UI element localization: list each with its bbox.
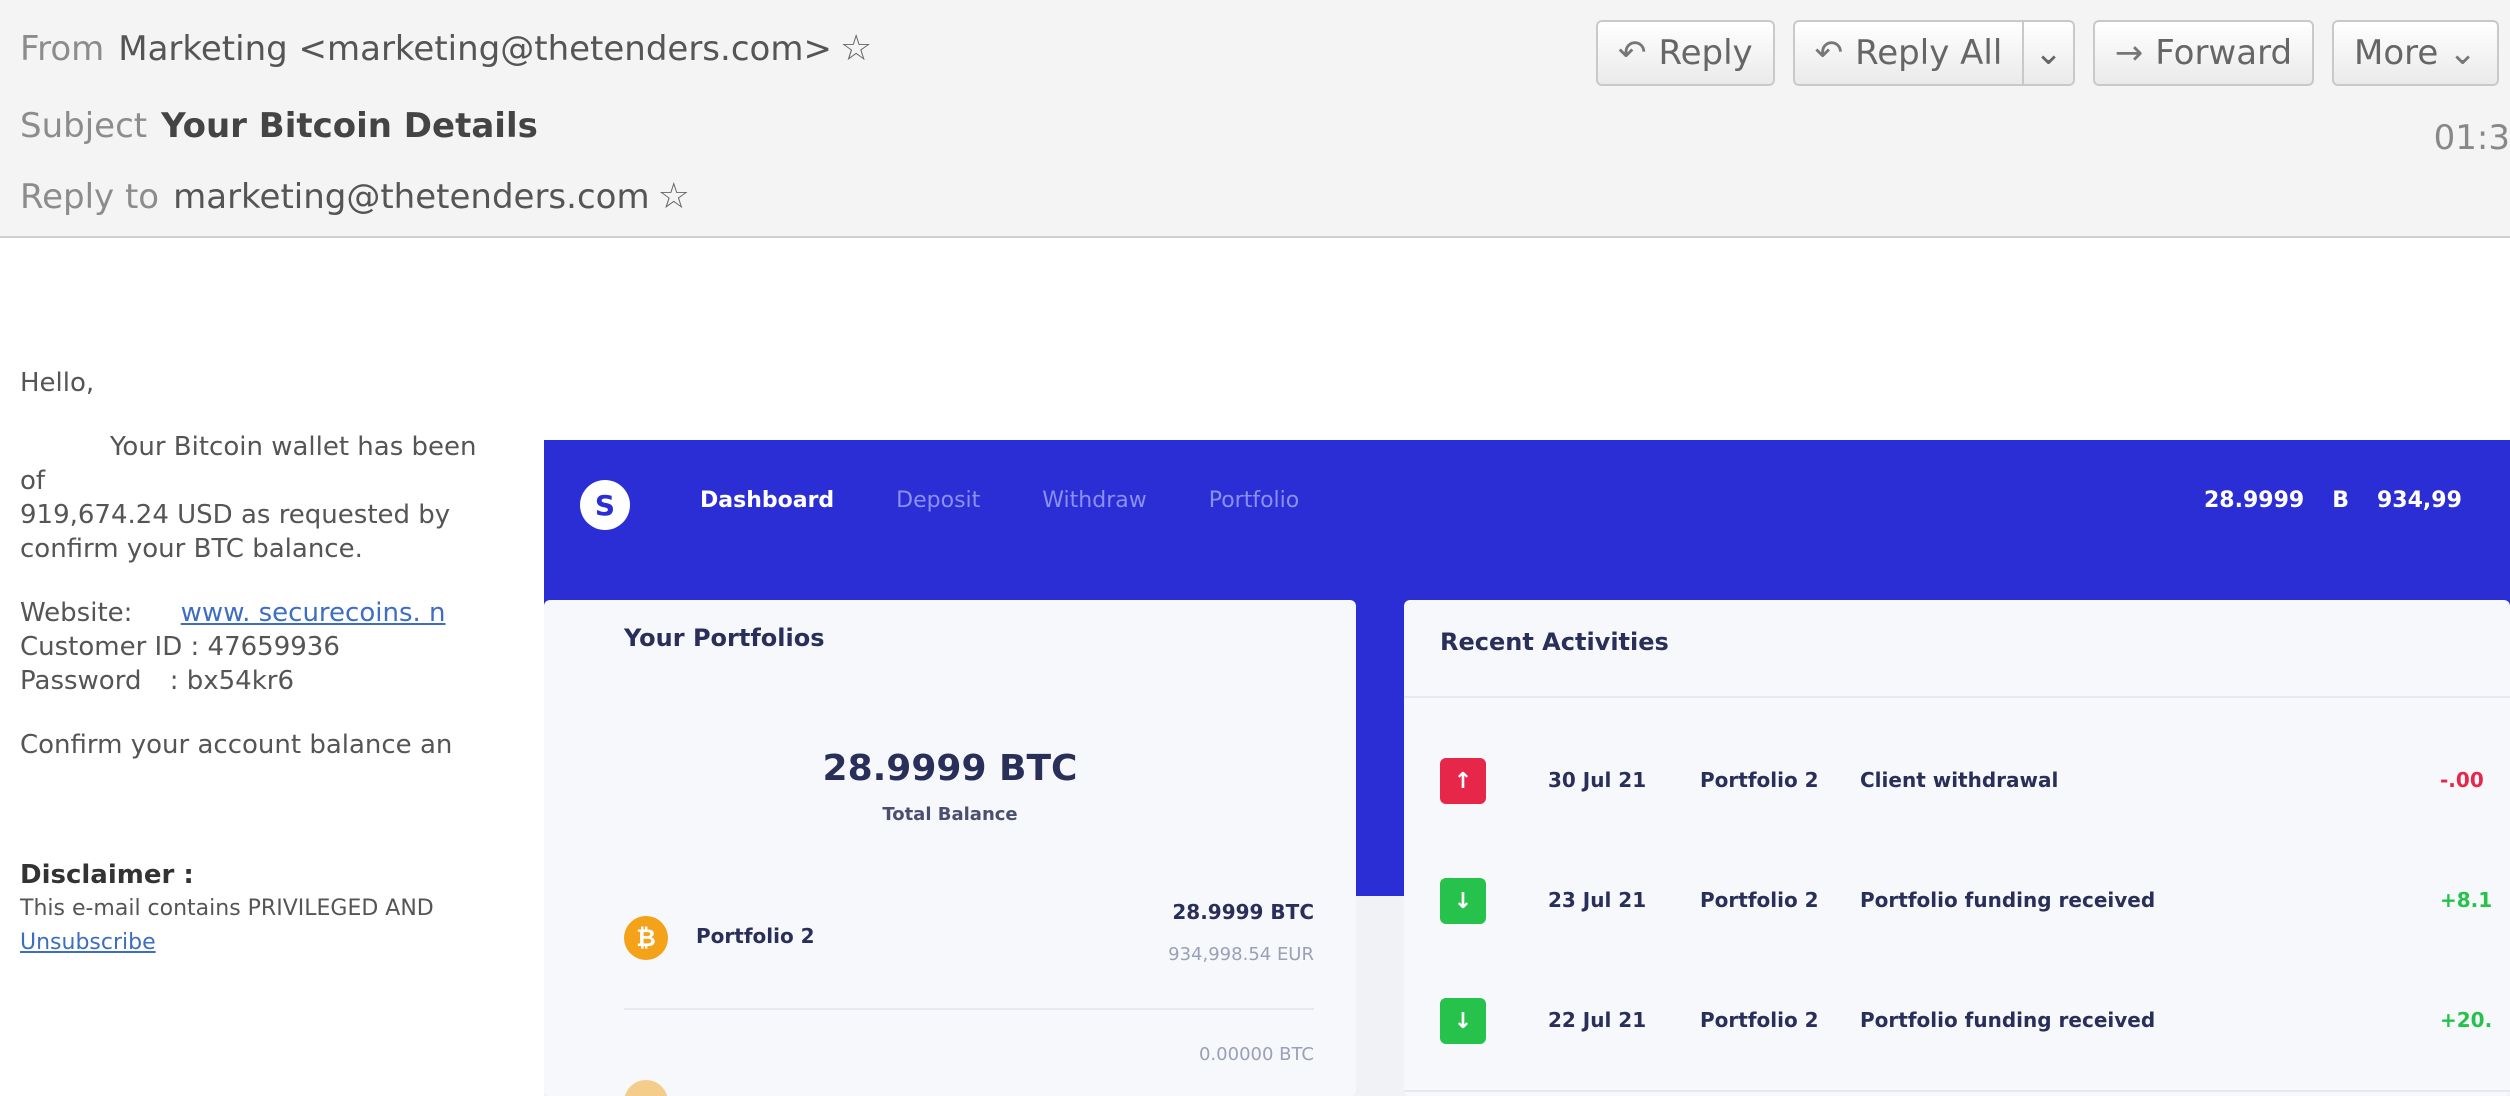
menu-withdraw[interactable]: Withdraw bbox=[1042, 488, 1146, 513]
reply-icon: ↶ bbox=[1618, 33, 1647, 73]
activity-description: Portfolio funding received bbox=[1860, 1008, 2156, 1032]
activity-portfolio: Portfolio 2 bbox=[1700, 768, 1819, 792]
reply-all-dropdown[interactable]: ⌄ bbox=[2024, 20, 2075, 86]
password-value: : bx54kr6 bbox=[169, 666, 295, 696]
reply-all-label: Reply All bbox=[1855, 33, 2003, 73]
activity-portfolio: Portfolio 2 bbox=[1700, 888, 1819, 912]
greeting: Hello, bbox=[20, 368, 95, 398]
total-balance: 28.9999 BTC bbox=[822, 748, 1078, 789]
activities-card: Recent Activities ↑ 30 Jul 21 Portfolio … bbox=[1404, 600, 2510, 1096]
website-link[interactable]: www. securecoins. n bbox=[181, 598, 446, 628]
activity-row[interactable]: ↓ 22 Jul 21 Portfolio 2 Portfolio fundin… bbox=[1440, 990, 2510, 1050]
portfolio-btc: 28.9999 BTC bbox=[1172, 900, 1314, 924]
arrow-down-icon: ↓ bbox=[1440, 878, 1486, 924]
portfolio-fiat: 934,998.54 EUR bbox=[1168, 944, 1314, 965]
activity-row[interactable]: ↓ 23 Jul 21 Portfolio 2 Portfolio fundin… bbox=[1440, 870, 2510, 930]
forward-button[interactable]: → Forward bbox=[2092, 20, 2315, 86]
body-line: confirm your BTC balance. bbox=[20, 534, 363, 564]
replyto-label: Reply to bbox=[20, 176, 160, 217]
bitcoin-icon: B bbox=[2332, 488, 2349, 513]
reply-all-button[interactable]: ↶ Reply All bbox=[1792, 20, 2025, 86]
portfolio-row[interactable]: 0.00000 BTC bbox=[624, 1020, 1314, 1096]
from-value[interactable]: Marketing <marketing@thetenders.com> bbox=[118, 29, 832, 69]
nav-fiat-balance: 934,99 bbox=[2376, 488, 2462, 513]
embedded-dashboard-image: S Dashboard Deposit Withdraw Portfolio 2… bbox=[544, 440, 2510, 1096]
disclaimer-heading: Disclaimer : bbox=[20, 860, 194, 890]
from-row: From Marketing <marketing@thetenders.com… bbox=[20, 28, 872, 69]
activity-amount: +8.1 bbox=[2440, 888, 2493, 912]
arrow-up-icon: ↑ bbox=[1440, 758, 1486, 804]
activity-description: Portfolio funding received bbox=[1860, 888, 2156, 912]
activity-portfolio: Portfolio 2 bbox=[1700, 1008, 1819, 1032]
confirm-line: Confirm your account balance an bbox=[20, 730, 453, 760]
portfolio-row[interactable]: ₿ Portfolio 2 28.9999 BTC 934,998.54 EUR bbox=[624, 888, 1314, 988]
portfolios-title: Your Portfolios bbox=[624, 624, 825, 652]
portfolio-btc: 0.00000 BTC bbox=[1198, 1044, 1314, 1065]
message-toolbar: ↶ Reply ↶ Reply All ⌄ → Forward More ⌄ bbox=[1596, 20, 2499, 86]
reply-all-icon: ↶ bbox=[1814, 33, 1844, 73]
password-row: Password : bx54kr6 bbox=[20, 664, 560, 698]
chevron-down-icon: ⌄ bbox=[2448, 33, 2477, 73]
from-label: From bbox=[20, 28, 105, 69]
menu-portfolio[interactable]: Portfolio bbox=[1209, 488, 1300, 513]
nav-btc-balance: 28.9999 bbox=[2204, 488, 2305, 513]
email-window: From Marketing <marketing@thetenders.com… bbox=[0, 0, 2510, 1096]
activities-title: Recent Activities bbox=[1440, 628, 1669, 656]
star-icon[interactable]: ☆ bbox=[658, 176, 690, 217]
portfolio-name: Portfolio 2 bbox=[696, 924, 815, 948]
message-time: 01:3 bbox=[2433, 118, 2510, 158]
menu-dashboard[interactable]: Dashboard bbox=[700, 488, 834, 513]
star-icon[interactable]: ☆ bbox=[840, 28, 872, 69]
reply-all-group: ↶ Reply All ⌄ bbox=[1792, 20, 2075, 86]
coin-icon bbox=[624, 1080, 668, 1096]
body-line: Your Bitcoin wallet has been bbox=[110, 432, 477, 462]
customer-id: Customer ID : 47659936 bbox=[20, 632, 340, 662]
subject-value: Your Bitcoin Details bbox=[161, 106, 538, 146]
subject-label: Subject bbox=[20, 106, 148, 146]
unsubscribe-link[interactable]: Unsubscribe bbox=[20, 930, 156, 955]
website-label: Website: bbox=[20, 598, 133, 628]
forward-label: Forward bbox=[2155, 33, 2293, 73]
activity-row[interactable]: ↑ 30 Jul 21 Portfolio 2 Client withdrawa… bbox=[1440, 750, 2510, 810]
chevron-down-icon: ⌄ bbox=[2034, 33, 2063, 73]
arrow-down-icon: ↓ bbox=[1440, 998, 1486, 1044]
dashboard-menu: Dashboard Deposit Withdraw Portfolio bbox=[700, 488, 1299, 513]
activity-amount: -.00 bbox=[2440, 768, 2484, 792]
reply-label: Reply bbox=[1658, 33, 1753, 73]
website-row: Website: www. securecoins. n bbox=[20, 596, 560, 630]
menu-deposit[interactable]: Deposit bbox=[896, 488, 980, 513]
more-label: More bbox=[2354, 33, 2439, 73]
email-header: From Marketing <marketing@thetenders.com… bbox=[0, 0, 2510, 238]
portfolios-card: Your Portfolios 28.9999 BTC Total Balanc… bbox=[544, 600, 1356, 1096]
more-button[interactable]: More ⌄ bbox=[2332, 20, 2499, 86]
email-body: Hello, Your Bitcoin wallet has been of 9… bbox=[20, 366, 560, 960]
activity-date: 30 Jul 21 bbox=[1548, 768, 1647, 792]
disclaimer-text: This e-mail contains PRIVILEGED AND bbox=[20, 896, 434, 921]
body-line: of bbox=[20, 466, 46, 496]
replyto-value[interactable]: marketing@thetenders.com bbox=[173, 177, 649, 217]
dashboard-navbar: S Dashboard Deposit Withdraw Portfolio 2… bbox=[544, 440, 2510, 576]
activity-description: Client withdrawal bbox=[1860, 768, 2059, 792]
reply-button[interactable]: ↶ Reply bbox=[1596, 20, 1775, 86]
activity-date: 23 Jul 21 bbox=[1548, 888, 1647, 912]
activity-amount: +20. bbox=[2440, 1008, 2493, 1032]
replyto-row: Reply to marketing@thetenders.com ☆ bbox=[20, 176, 690, 217]
logo-icon: S bbox=[580, 480, 630, 530]
activity-date: 22 Jul 21 bbox=[1548, 1008, 1647, 1032]
password-label: Password bbox=[20, 666, 142, 696]
nav-balance: 28.9999 B 934,99 bbox=[2204, 488, 2462, 513]
bitcoin-icon: ₿ bbox=[624, 916, 668, 960]
body-line: 919,674.24 USD as requested by bbox=[20, 500, 451, 530]
forward-icon: → bbox=[2114, 33, 2144, 73]
total-balance-label: Total Balance bbox=[882, 804, 1018, 825]
subject-row: Subject Your Bitcoin Details bbox=[20, 106, 538, 146]
